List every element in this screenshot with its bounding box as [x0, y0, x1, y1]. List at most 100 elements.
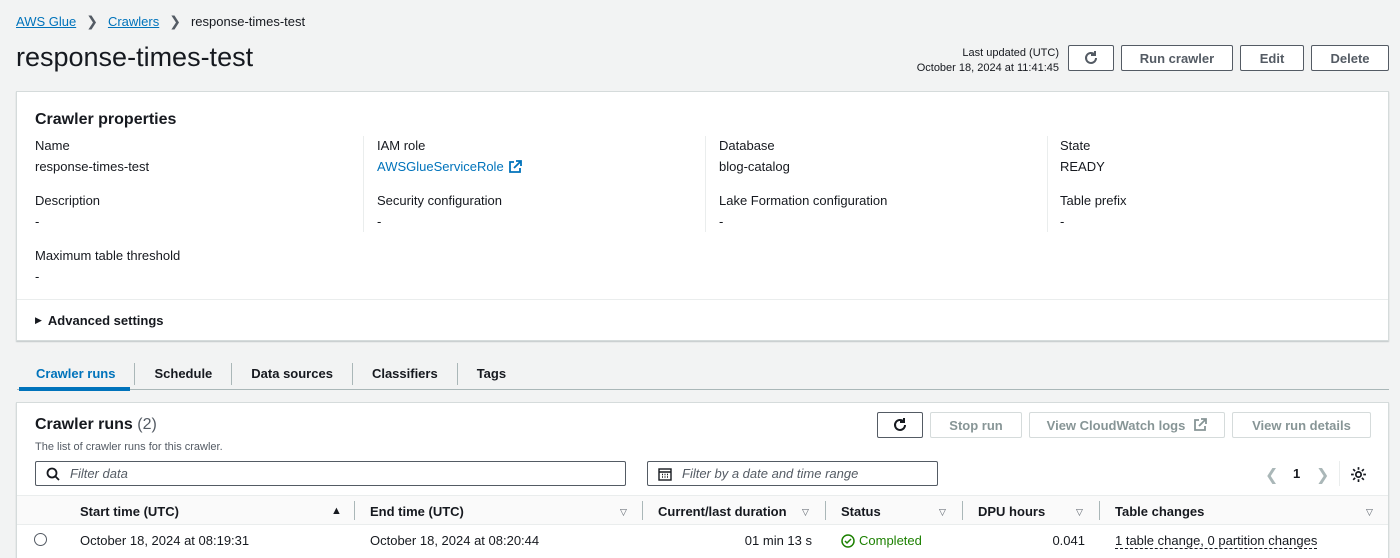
divider — [17, 299, 1388, 300]
calendar-icon — [658, 467, 672, 481]
state-label: State — [1060, 138, 1091, 153]
column-separator — [962, 501, 963, 520]
tab-crawler-runs[interactable]: Crawler runs — [17, 363, 134, 385]
advanced-settings-toggle[interactable]: ▶ Advanced settings — [35, 313, 164, 328]
last-updated: Last updated (UTC) October 18, 2024 at 1… — [917, 46, 1059, 76]
column-dpu-hours[interactable]: DPU hours — [978, 504, 1045, 519]
property-table-prefix: Table prefix - — [1060, 193, 1126, 229]
row-radio[interactable] — [34, 533, 47, 546]
database-label: Database — [719, 138, 775, 153]
advanced-settings-label: Advanced settings — [47, 313, 164, 328]
refresh-button[interactable] — [1068, 45, 1114, 71]
property-name: Name response-times-test — [35, 138, 149, 174]
divider — [1339, 461, 1340, 486]
sort-icon[interactable]: ▽ — [802, 507, 809, 518]
breadcrumb-aws-glue[interactable]: AWS Glue — [16, 14, 76, 29]
stop-run-button[interactable]: Stop run — [930, 412, 1022, 438]
property-security-configuration: Security configuration - — [377, 193, 502, 229]
column-divider — [1047, 136, 1048, 232]
crawler-runs-title: Crawler runs — [35, 416, 133, 433]
row-duration: 01 min 13 s — [744, 533, 812, 548]
crawler-runs-description: The list of crawler runs for this crawle… — [35, 441, 223, 453]
row-status: Completed — [841, 533, 922, 548]
description-label: Description — [35, 193, 101, 208]
iam-role-link[interactable]: AWSGlueServiceRole — [377, 159, 504, 174]
column-status[interactable]: Status — [841, 504, 881, 519]
column-end-time[interactable]: End time (UTC) — [370, 504, 464, 519]
gear-icon[interactable] — [1350, 466, 1367, 483]
column-table-changes[interactable]: Table changes — [1115, 504, 1204, 519]
column-divider — [705, 136, 706, 232]
name-label: Name — [35, 138, 70, 153]
sort-icon[interactable]: ▽ — [939, 507, 946, 518]
max-table-threshold-value: - — [35, 269, 40, 284]
database-value: blog-catalog — [719, 159, 790, 174]
external-link-icon[interactable] — [508, 159, 522, 174]
tab-schedule[interactable]: Schedule — [134, 363, 231, 385]
property-iam-role: IAM role AWSGlueServiceRole — [377, 138, 522, 174]
view-run-details-button[interactable]: View run details — [1232, 412, 1371, 438]
run-crawler-button[interactable]: Run crawler — [1121, 45, 1233, 71]
search-icon — [46, 467, 60, 481]
sort-icon[interactable]: ▽ — [1366, 507, 1373, 518]
sort-icon[interactable]: ▽ — [620, 507, 627, 518]
column-start-time[interactable]: Start time (UTC) — [80, 504, 179, 519]
caret-right-icon: ▶ — [35, 315, 42, 325]
date-range-placeholder: Filter by a date and time range — [682, 466, 859, 481]
previous-page-icon[interactable]: ❮ — [1265, 465, 1278, 485]
sort-icon[interactable]: ▽ — [1076, 507, 1083, 518]
tab-underline-track — [17, 389, 1389, 390]
column-separator — [1099, 501, 1100, 520]
crawler-runs-count: (2) — [137, 416, 157, 433]
filter-data-placeholder: Filter data — [70, 466, 128, 481]
name-value: response-times-test — [35, 159, 150, 174]
tab-data-sources[interactable]: Data sources — [231, 363, 352, 385]
property-database: Database blog-catalog — [719, 138, 790, 174]
chevron-right-icon: ❯ — [86, 13, 98, 29]
crawler-properties-title: Crawler properties — [35, 111, 177, 128]
refresh-icon — [1085, 51, 1097, 64]
property-max-table-threshold: Maximum table threshold - — [35, 248, 180, 284]
tab-tags[interactable]: Tags — [456, 363, 525, 385]
max-table-threshold-label: Maximum table threshold — [35, 248, 181, 263]
property-description: Description - — [35, 193, 100, 229]
property-state: State READY — [1060, 138, 1105, 174]
external-link-icon — [1194, 418, 1208, 431]
column-separator — [354, 501, 355, 520]
filter-data-input[interactable]: Filter data — [35, 461, 626, 486]
lake-formation-label: Lake Formation configuration — [719, 193, 888, 208]
security-configuration-value: - — [377, 214, 382, 229]
breadcrumb: AWS Glue ❯ Crawlers ❯ response-times-tes… — [16, 13, 305, 30]
row-status-text: Completed — [859, 533, 922, 548]
row-table-changes[interactable]: 1 table change, 0 partition changes — [1115, 533, 1318, 549]
column-separator — [825, 501, 826, 520]
active-tab-indicator — [19, 387, 130, 391]
row-end-time: October 18, 2024 at 08:20:44 — [370, 533, 540, 548]
crawler-properties-panel: Crawler properties Name response-times-t… — [16, 91, 1389, 341]
column-divider — [363, 136, 364, 232]
last-updated-value: October 18, 2024 at 11:41:45 — [916, 62, 1059, 74]
row-dpu-hours: 0.041 — [1052, 533, 1085, 548]
security-configuration-label: Security configuration — [377, 193, 503, 208]
state-value: READY — [1060, 159, 1105, 174]
property-lake-formation: Lake Formation configuration - — [719, 193, 887, 229]
crawler-runs-header: Crawler runs (2) — [35, 416, 157, 434]
view-cloudwatch-logs-button[interactable]: View CloudWatch logs — [1029, 412, 1225, 438]
description-value: - — [35, 214, 40, 229]
row-start-time: October 18, 2024 at 08:19:31 — [80, 533, 250, 548]
edit-button[interactable]: Edit — [1240, 45, 1304, 71]
lake-formation-value: - — [719, 214, 724, 229]
breadcrumb-crawlers[interactable]: Crawlers — [108, 14, 159, 29]
refresh-runs-button[interactable] — [877, 412, 923, 438]
tab-bar: Crawler runs Schedule Data sources Class… — [17, 361, 525, 387]
sort-ascending-icon[interactable]: ▲ — [331, 505, 342, 517]
date-range-filter[interactable]: Filter by a date and time range — [647, 461, 938, 486]
page-number[interactable]: 1 — [1293, 466, 1300, 481]
tab-classifiers[interactable]: Classifiers — [351, 363, 457, 385]
table-prefix-label: Table prefix — [1060, 193, 1127, 208]
next-page-icon[interactable]: ❯ — [1316, 465, 1329, 485]
column-duration[interactable]: Current/last duration — [658, 504, 787, 519]
view-cloudwatch-logs-label: View CloudWatch logs — [1046, 417, 1186, 433]
delete-button[interactable]: Delete — [1311, 45, 1389, 71]
chevron-right-icon: ❯ — [169, 13, 181, 29]
